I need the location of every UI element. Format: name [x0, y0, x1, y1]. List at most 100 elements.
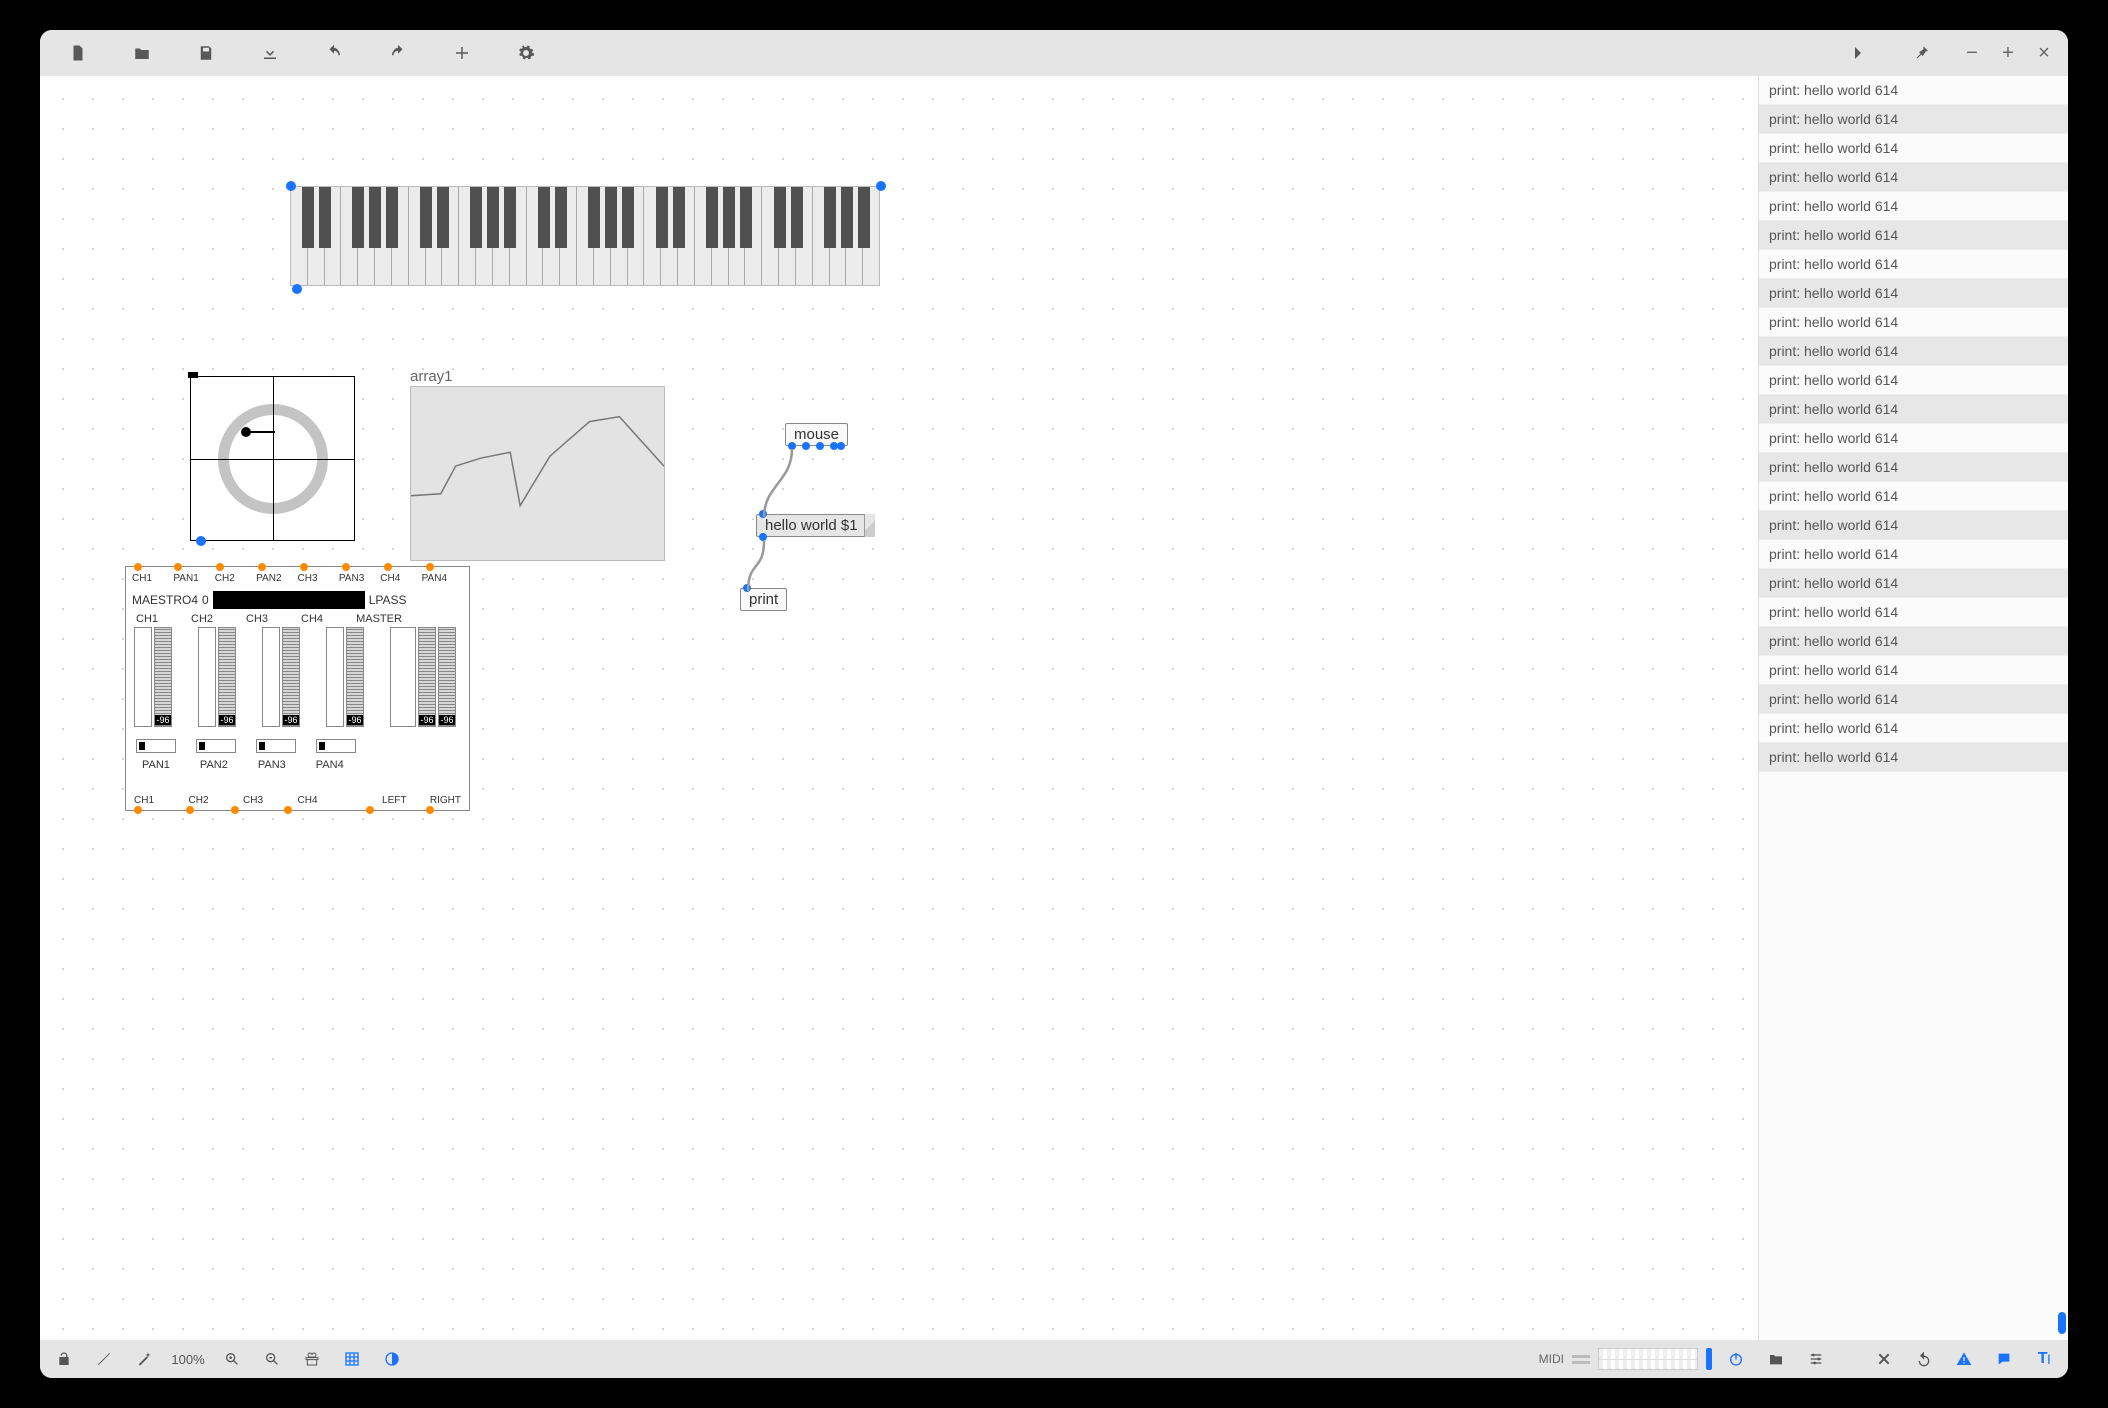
- selection-handle[interactable]: [286, 181, 296, 191]
- line-tool-button[interactable]: [88, 1343, 120, 1375]
- reload-button[interactable]: [1908, 1343, 1940, 1375]
- array-object[interactable]: [410, 386, 665, 561]
- white-key[interactable]: [358, 187, 375, 285]
- scope-object[interactable]: [190, 376, 355, 541]
- open-folder-button[interactable]: [112, 33, 172, 73]
- sliders-button[interactable]: [1800, 1343, 1832, 1375]
- white-key[interactable]: [695, 187, 712, 285]
- grid-button[interactable]: [336, 1343, 368, 1375]
- white-key[interactable]: [325, 187, 342, 285]
- white-key[interactable]: [459, 187, 476, 285]
- object-text: mouse: [794, 426, 839, 443]
- mixer-bottom-labels: CH1 CH2 CH3 CH4 LEFT RIGHT: [134, 795, 461, 806]
- white-key[interactable]: [442, 187, 459, 285]
- window-maximize-button[interactable]: +: [1992, 33, 2024, 73]
- mouse-object[interactable]: mouse: [785, 423, 848, 446]
- redo-button[interactable]: [368, 33, 428, 73]
- white-key[interactable]: [493, 187, 510, 285]
- add-button[interactable]: [432, 33, 492, 73]
- white-key[interactable]: [341, 187, 358, 285]
- selection-handle[interactable]: [876, 181, 886, 191]
- outlet[interactable]: [196, 536, 206, 546]
- power-button[interactable]: [1720, 1343, 1752, 1375]
- white-key[interactable]: [863, 187, 879, 285]
- white-key[interactable]: [813, 187, 830, 285]
- level-meter: [1598, 1348, 1698, 1370]
- white-key[interactable]: [594, 187, 611, 285]
- patch-canvas[interactable]: array1 mouse hello world $1: [40, 76, 1758, 1340]
- mixer-object[interactable]: CH1PAN1 CH2PAN2 CH3PAN3 CH4PAN4 MAESTRO4…: [125, 566, 470, 811]
- white-key[interactable]: [560, 187, 577, 285]
- object-text: print: [749, 591, 778, 608]
- mixer-pan-boxes[interactable]: [136, 739, 356, 753]
- white-key[interactable]: [426, 187, 443, 285]
- new-file-button[interactable]: [48, 33, 108, 73]
- console-row: print: hello world 614: [1759, 511, 2068, 540]
- window-minimize-button[interactable]: −: [1956, 33, 1988, 73]
- white-key[interactable]: [644, 187, 661, 285]
- white-key[interactable]: [543, 187, 560, 285]
- white-key[interactable]: [628, 187, 645, 285]
- keyboard-object[interactable]: [290, 186, 880, 286]
- warning-button[interactable]: [1948, 1343, 1980, 1375]
- message-object[interactable]: hello world $1: [756, 514, 875, 537]
- console-row: print: hello world 614: [1759, 105, 2068, 134]
- wand-button[interactable]: [128, 1343, 160, 1375]
- white-key[interactable]: [846, 187, 863, 285]
- white-key[interactable]: [409, 187, 426, 285]
- console-row: print: hello world 614: [1759, 656, 2068, 685]
- white-key[interactable]: [729, 187, 746, 285]
- zoom-out-button[interactable]: [256, 1343, 288, 1375]
- mixer-display[interactable]: [213, 591, 365, 609]
- white-key[interactable]: [678, 187, 695, 285]
- contrast-button[interactable]: [376, 1343, 408, 1375]
- clear-console-button[interactable]: [1868, 1343, 1900, 1375]
- white-key[interactable]: [510, 187, 527, 285]
- text-tool-button[interactable]: T|: [2028, 1343, 2060, 1375]
- white-key[interactable]: [661, 187, 678, 285]
- console-row: print: hello world 614: [1759, 192, 2068, 221]
- scroll-thumb[interactable]: [2058, 1312, 2066, 1334]
- white-key[interactable]: [308, 187, 325, 285]
- white-key[interactable]: [712, 187, 729, 285]
- white-key[interactable]: [796, 187, 813, 285]
- white-key[interactable]: [476, 187, 493, 285]
- console-row: print: hello world 614: [1759, 598, 2068, 627]
- lock-button[interactable]: [48, 1343, 80, 1375]
- white-key[interactable]: [392, 187, 409, 285]
- save-button[interactable]: [176, 33, 236, 73]
- messages-button[interactable]: [1988, 1343, 2020, 1375]
- window-close-button[interactable]: ×: [2028, 33, 2060, 73]
- console-panel[interactable]: print: hello world 614print: hello world…: [1758, 76, 2068, 1340]
- inlet[interactable]: [188, 372, 198, 378]
- white-key[interactable]: [745, 187, 762, 285]
- level-indicator: [1706, 1348, 1712, 1370]
- mixer-top-labels: CH1PAN1 CH2PAN2 CH3PAN3 CH4PAN4: [132, 573, 463, 584]
- forward-button[interactable]: [1828, 33, 1888, 73]
- white-key[interactable]: [527, 187, 544, 285]
- gift-button[interactable]: [296, 1343, 328, 1375]
- white-key[interactable]: [830, 187, 847, 285]
- white-key[interactable]: [577, 187, 594, 285]
- zoom-in-button[interactable]: [216, 1343, 248, 1375]
- selection-handle[interactable]: [292, 284, 302, 294]
- console-row: print: hello world 614: [1759, 424, 2068, 453]
- array-label: array1: [410, 368, 453, 385]
- white-key[interactable]: [291, 187, 308, 285]
- settings-button[interactable]: [496, 33, 556, 73]
- download-button[interactable]: [240, 33, 300, 73]
- console-row: print: hello world 614: [1759, 685, 2068, 714]
- white-key[interactable]: [375, 187, 392, 285]
- white-key[interactable]: [762, 187, 779, 285]
- white-key[interactable]: [611, 187, 628, 285]
- pin-button[interactable]: [1892, 33, 1952, 73]
- mixer-faders[interactable]: -96-96-96-96-96-96: [134, 627, 456, 727]
- print-object[interactable]: print: [740, 588, 787, 611]
- undo-button[interactable]: [304, 33, 364, 73]
- console-row: print: hello world 614: [1759, 308, 2068, 337]
- console-row: print: hello world 614: [1759, 453, 2068, 482]
- console-row: print: hello world 614: [1759, 743, 2068, 772]
- folder-bottom-button[interactable]: [1760, 1343, 1792, 1375]
- white-key[interactable]: [779, 187, 796, 285]
- console-row: print: hello world 614: [1759, 366, 2068, 395]
